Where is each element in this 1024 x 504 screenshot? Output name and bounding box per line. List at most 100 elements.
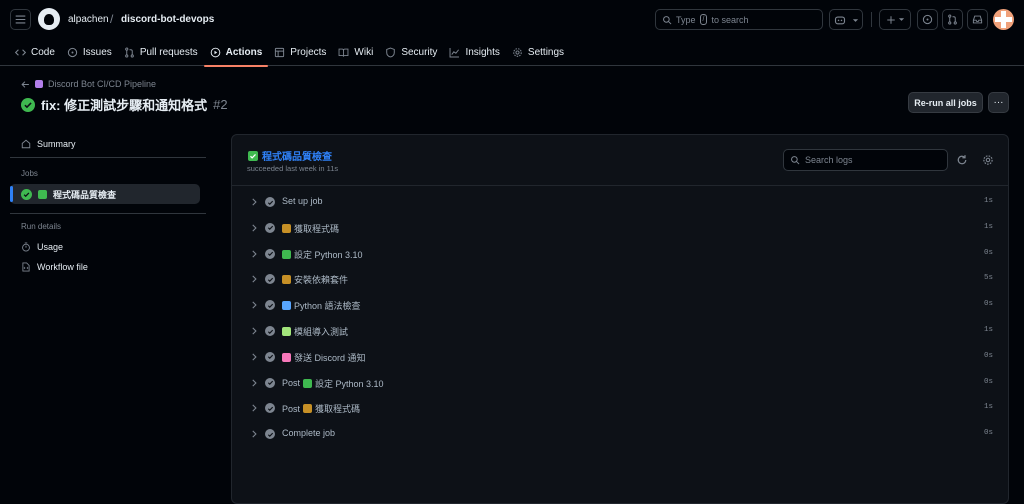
search-logs-input[interactable]: Search logs	[783, 149, 948, 171]
job-title-text[interactable]: 程式碼品質檢查	[262, 148, 332, 163]
chevron-right-icon[interactable]	[249, 223, 259, 233]
step-row[interactable]: Python 語法檢查 0s	[232, 295, 1008, 315]
chevron-down-icon	[898, 18, 904, 21]
step-label: 設定 Python 3.10	[315, 378, 384, 389]
step-success-icon	[265, 274, 275, 285]
stopwatch-icon	[22, 242, 30, 252]
step-label: 安裝依賴套件	[294, 275, 349, 286]
step-duration: 0s	[983, 377, 993, 386]
workflow-breadcrumb[interactable]: Discord Bot CI/CD Pipeline	[21, 79, 156, 89]
user-avatar[interactable]	[993, 9, 1014, 30]
step-row[interactable]: Complete job 0s	[232, 424, 1008, 444]
global-header: alpachen / discord-bot-devops Type / to …	[0, 0, 1024, 67]
run-number: #2	[213, 97, 228, 112]
step-name: Set up job	[282, 196, 323, 206]
tab-security[interactable]: Security	[379, 38, 443, 66]
hamburger-menu-button[interactable]	[10, 9, 31, 30]
more-options-button[interactable]: ···	[988, 92, 1009, 113]
create-new-button[interactable]	[879, 9, 911, 30]
step-duration: 5s	[983, 274, 993, 283]
step-label: 模組導入測試	[294, 327, 349, 337]
sidebar-item-usage[interactable]: Usage	[10, 237, 200, 257]
step-row[interactable]: 模組導入測試 1s	[232, 321, 1008, 341]
run-title-text: fix: 修正測試步驟和通知格式	[41, 98, 208, 113]
test-tube-emoji-icon	[282, 327, 291, 336]
sidebar-divider	[10, 213, 206, 214]
chevron-right-icon[interactable]	[249, 300, 259, 310]
inbox-button[interactable]	[967, 9, 988, 30]
step-success-icon	[265, 326, 275, 336]
step-row[interactable]: Set up job 1s	[232, 192, 1008, 212]
snake-emoji-icon	[282, 249, 291, 259]
gear-icon[interactable]	[982, 154, 994, 166]
search-icon	[663, 15, 672, 24]
pull-requests-button[interactable]	[942, 9, 963, 30]
chevron-right-icon[interactable]	[249, 352, 259, 362]
menu-icon	[15, 15, 26, 24]
step-success-icon	[265, 300, 275, 311]
copilot-button[interactable]	[829, 9, 863, 30]
chevron-right-icon[interactable]	[249, 378, 259, 388]
search-placeholder-post: to search	[711, 14, 749, 25]
step-prefix: Post	[282, 403, 301, 414]
step-duration: 0s	[983, 429, 993, 438]
step-row[interactable]: 獲取程式碼 1s	[232, 218, 1008, 238]
check-circle-fill-icon	[21, 97, 35, 112]
check-circle-fill-icon	[21, 188, 32, 200]
github-logo-icon[interactable]	[38, 8, 60, 30]
tab-label: Code	[31, 46, 55, 58]
pull-request-icon	[948, 14, 957, 25]
tab-label: Issues	[82, 46, 112, 58]
chevron-right-icon[interactable]	[249, 429, 259, 439]
chevron-right-icon[interactable]	[249, 403, 259, 413]
tab-wiki[interactable]: Wiki	[332, 38, 379, 66]
sidebar-item-label: Usage	[37, 242, 64, 252]
graph-icon	[449, 47, 460, 57]
tab-actions[interactable]: Actions	[203, 38, 269, 67]
tab-issues[interactable]: Issues	[61, 38, 118, 66]
tab-label: Projects	[290, 46, 327, 58]
repo-owner-link[interactable]: alpachen	[68, 14, 109, 25]
chevron-right-icon[interactable]	[249, 274, 259, 284]
book-icon	[339, 48, 349, 57]
sidebar-divider	[10, 157, 206, 158]
step-name: 發送 Discord 通知	[282, 351, 366, 364]
step-row[interactable]: 安裝依賴套件 5s	[232, 269, 1008, 289]
chevron-right-icon[interactable]	[249, 197, 259, 207]
breadcrumb-separator: /	[110, 12, 114, 26]
refresh-icon[interactable]	[956, 154, 968, 166]
tab-projects[interactable]: Projects	[268, 38, 332, 66]
sidebar-item-workflow-file[interactable]: Workflow file	[10, 257, 200, 277]
step-row[interactable]: 設定 Python 3.10 0s	[232, 244, 1008, 264]
package-emoji-icon	[282, 275, 291, 285]
step-success-icon	[265, 403, 275, 414]
rerun-all-jobs-button[interactable]: Re-run all jobs	[908, 92, 983, 113]
sidebar-item-job[interactable]: 程式碼品質檢查	[10, 184, 200, 204]
pull-request-icon	[124, 46, 134, 58]
tab-code[interactable]: Code	[9, 38, 61, 66]
step-success-icon	[265, 222, 275, 233]
tab-pull-requests[interactable]: Pull requests	[118, 38, 204, 66]
sidebar-heading-jobs: Jobs	[21, 169, 38, 178]
tab-settings[interactable]: Settings	[506, 38, 570, 66]
step-row[interactable]: Post 獲取程式碼 1s	[232, 398, 1008, 418]
step-label: 獲取程式碼	[315, 404, 361, 415]
step-row[interactable]: 發送 Discord 通知 0s	[232, 347, 1008, 367]
job-log-panel: 程式碼品質檢查 succeeded last week in 11s Searc…	[231, 134, 1009, 504]
table-icon	[275, 47, 285, 57]
global-search-input[interactable]: Type / to search	[655, 9, 823, 30]
step-name: 獲取程式碼	[282, 222, 339, 235]
home-icon	[21, 139, 31, 149]
step-row[interactable]: Post 設定 Python 3.10 0s	[232, 373, 1008, 393]
robot-emoji-icon	[35, 80, 43, 88]
chevron-right-icon[interactable]	[249, 326, 259, 336]
magnifier-emoji-icon	[282, 301, 291, 311]
step-label: Complete job	[282, 428, 336, 439]
issues-button[interactable]	[917, 9, 938, 30]
sidebar-item-summary[interactable]: Summary	[10, 134, 200, 154]
tab-insights[interactable]: Insights	[443, 38, 505, 66]
chevron-right-icon[interactable]	[249, 249, 259, 259]
step-name: Post 獲取程式碼	[282, 402, 360, 415]
check-mark-emoji-icon	[248, 150, 258, 161]
repo-name-link[interactable]: discord-bot-devops	[121, 14, 214, 25]
